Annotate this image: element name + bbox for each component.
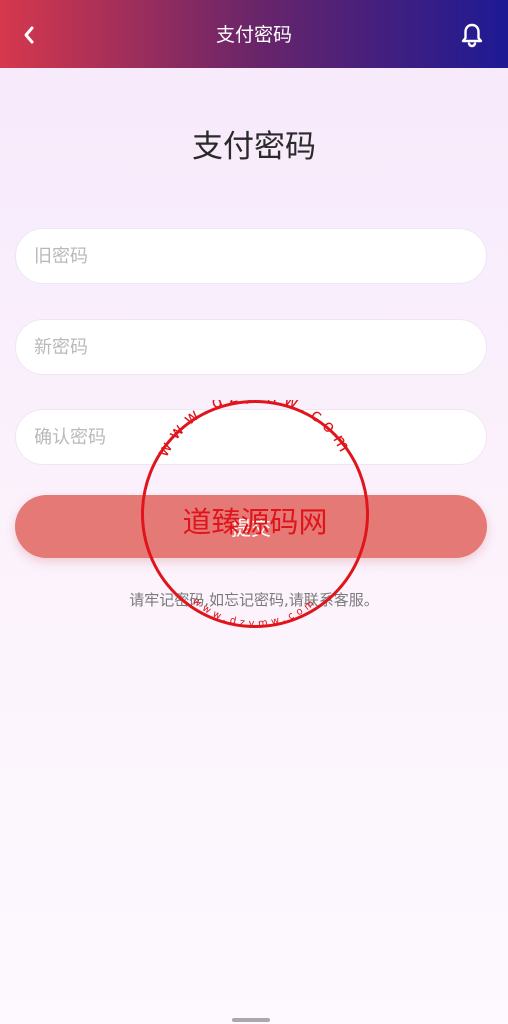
bell-icon: [461, 23, 483, 48]
page-title: 支付密码: [192, 129, 316, 165]
password-hint: 请牢记密码,如忘记密码,请联系客服。: [129, 591, 379, 609]
new-password-input[interactable]: [15, 319, 487, 375]
old-password-input[interactable]: [15, 228, 487, 284]
notifications-button[interactable]: [458, 20, 486, 50]
submit-button[interactable]: 提交: [15, 495, 487, 558]
top-nav-bar: 支付密码: [0, 0, 508, 68]
header-title: 支付密码: [215, 24, 292, 46]
confirm-password-input[interactable]: [15, 409, 487, 465]
home-indicator: [232, 1018, 270, 1022]
